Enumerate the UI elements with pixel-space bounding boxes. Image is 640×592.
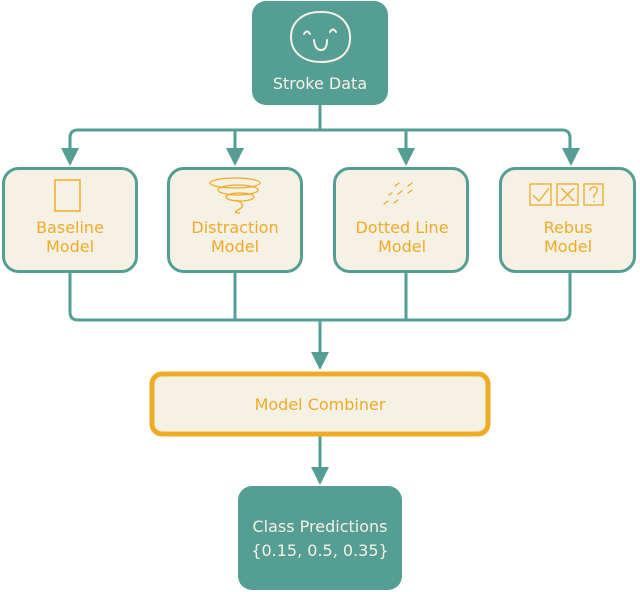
arrow-distraction [226,148,244,166]
model-label-line1: Dotted Line [355,218,448,237]
class-predictions-label: Class Predictions [253,517,388,536]
model-label-line1: Rebus [544,218,593,237]
connector-merge [68,273,572,360]
arrow-combiner [311,352,329,370]
model-node-baseline: Baseline Model [2,167,138,273]
model-combiner-node: Model Combiner [149,371,491,437]
model-label-line2: Model [378,237,426,256]
model-label-line2: Model [46,237,94,256]
model-node-distraction: Distraction Model [167,167,303,273]
arrow-output [311,467,329,485]
arrow-rebus [562,148,580,166]
model-node-rebus: Rebus Model [499,167,636,273]
arrow-baseline [61,148,79,166]
connector-source-split [68,105,572,160]
model-label-line2: Model [211,237,259,256]
arrow-dotted [397,148,415,166]
model-combiner-label: Model Combiner [255,395,386,414]
model-pipeline-diagram: Stroke Data Baseline Model Distraction M… [2,1,636,590]
model-label-line2: Model [544,237,592,256]
model-label-line1: Baseline [36,218,104,237]
stroke-data-label: Stroke Data [273,74,367,93]
class-predictions-node: Class Predictions {0.15, 0.5, 0.35} [238,486,402,590]
model-label-line1: Distraction [191,218,278,237]
model-node-dotted-line: Dotted Line Model [333,167,469,273]
stroke-data-node: Stroke Data [252,1,388,105]
class-predictions-values: {0.15, 0.5, 0.35} [251,541,388,560]
